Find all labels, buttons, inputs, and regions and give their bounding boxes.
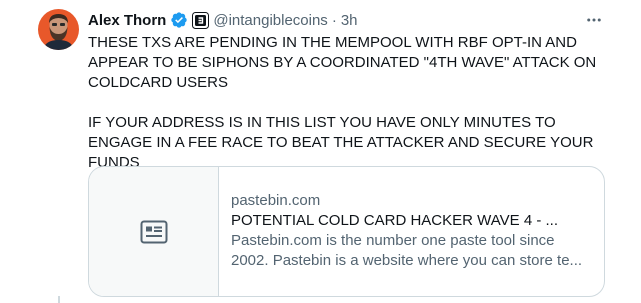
tweet-header: Alex Thorn @intangiblecoins · 3h xyxy=(88,10,621,30)
article-icon xyxy=(140,220,167,243)
card-title: POTENTIAL COLD CARD HACKER WAVE 4 - ... xyxy=(231,212,558,229)
tweet-text: THESE TXS ARE PENDING IN THE MEMPOOL WIT… xyxy=(88,33,618,173)
separator-dot: · xyxy=(331,11,337,29)
affiliate-logo-icon[interactable] xyxy=(192,11,210,29)
card-description-line-2: 2002. Pastebin is a website where you ca… xyxy=(231,252,583,269)
handle[interactable]: @intangiblecoins xyxy=(213,12,327,29)
card-thumbnail[interactable] xyxy=(89,167,219,296)
tweet-paragraph-1: THESE TXS ARE PENDING IN THE MEMPOOL WIT… xyxy=(88,34,597,91)
more-icon xyxy=(587,18,601,22)
avatar[interactable] xyxy=(38,9,79,50)
link-card[interactable]: pastebin.com POTENTIAL COLD CARD HACKER … xyxy=(88,166,605,297)
card-body[interactable]: pastebin.com POTENTIAL COLD CARD HACKER … xyxy=(219,167,604,296)
tweet[interactable]: Alex Thorn @intangiblecoins · 3h THESE T… xyxy=(0,0,641,303)
bearded-man-avatar-icon xyxy=(38,9,79,50)
display-name[interactable]: Alex Thorn xyxy=(88,12,166,29)
card-description: Pastebin.com is the number one paste too… xyxy=(231,231,592,271)
thread-connector-line xyxy=(58,296,60,303)
timestamp[interactable]: 3h xyxy=(341,12,358,29)
more-options-button[interactable] xyxy=(582,8,606,32)
tweet-paragraph-2: IF YOUR ADDRESS IS IN THIS LIST YOU HAVE… xyxy=(88,114,594,171)
card-description-line-1: Pastebin.com is the number one paste too… xyxy=(231,232,555,249)
verified-badge-icon[interactable] xyxy=(170,11,188,29)
card-domain: pastebin.com xyxy=(231,192,321,209)
